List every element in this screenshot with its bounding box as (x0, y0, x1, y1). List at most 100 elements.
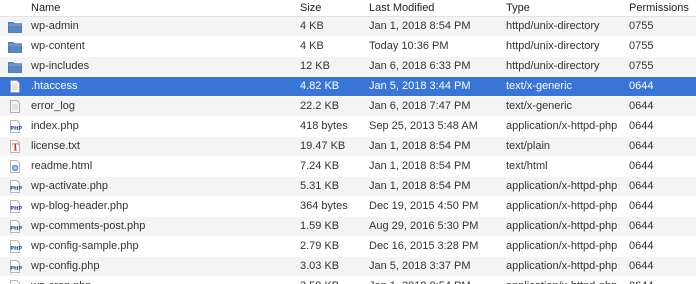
file-icon-cell (8, 37, 24, 56)
file-last-modified: Sep 25, 2013 5:48 AM (369, 120, 478, 132)
file-type: application/x-httpd-php (506, 220, 618, 232)
file-last-modified: Jan 1, 2018 8:54 PM (369, 277, 499, 284)
file-icon-cell (8, 97, 24, 116)
file-permissions: 0644 (629, 260, 654, 272)
file-last-modified: Jan 6, 2018 7:47 PM (369, 100, 471, 112)
file-permissions: 0755 (629, 20, 654, 32)
column-header-last-modified[interactable]: Last Modified (369, 0, 499, 16)
file-row[interactable]: PHP wp-cron.php 3.58 KB Jan 1, 2018 8:54 PM… (0, 277, 696, 284)
php-file-icon: PHP (8, 240, 22, 253)
folder-icon (8, 40, 22, 53)
file-type: text/x-generic (506, 80, 573, 92)
file-permissions: 0644 (629, 220, 654, 232)
file-type: httpd/unix-directory (506, 20, 600, 32)
file-name: error_log (31, 100, 76, 112)
php-file-icon: PHP (8, 180, 22, 193)
text-file-icon: T (8, 140, 22, 153)
file-type: application/x-httpd-php (506, 120, 618, 132)
file-last-modified: Dec 19, 2015 4:50 PM (369, 200, 479, 212)
svg-text:PHP: PHP (10, 206, 22, 212)
file-name: wp-content (31, 40, 85, 52)
php-file-icon: PHP (8, 200, 22, 213)
file-icon-cell (8, 77, 24, 96)
php-file-icon: PHP (8, 260, 22, 273)
file-type: httpd/unix-directory (506, 60, 600, 72)
file-last-modified: Jan 6, 2018 6:33 PM (369, 60, 471, 72)
file-row[interactable]: .htaccess 4.82 KB Jan 5, 2018 3:44 PM text/… (0, 77, 696, 97)
file-type: text/html (506, 160, 548, 172)
file-last-modified: Today 10:36 PM (369, 40, 449, 52)
file-row[interactable]: PHP wp-config.php 3.03 KB Jan 5, 2018 3:37 … (0, 257, 696, 277)
file-permissions: 0644 (629, 200, 654, 212)
file-size: 4.82 KB (300, 80, 340, 92)
file-type: httpd/unix-directory (506, 40, 600, 52)
file-permissions: 0644 (629, 160, 654, 172)
file-size: 364 bytes (300, 200, 348, 212)
file-size: 5.31 KB (300, 180, 340, 192)
php-file-icon: PHP (8, 120, 22, 133)
folder-icon (8, 60, 22, 73)
svg-text:PHP: PHP (10, 226, 22, 232)
column-header-permissions[interactable]: Permissions (629, 0, 693, 16)
generic-file-icon (8, 80, 22, 93)
php-file-icon: PHP (8, 220, 22, 233)
file-row[interactable]: wp-includes 12 KB Jan 6, 2018 6:33 PM httpd… (0, 57, 696, 77)
file-last-modified: Jan 1, 2018 8:54 PM (369, 160, 471, 172)
file-size: 3.58 KB (300, 277, 364, 284)
file-permissions: 0644 (629, 80, 654, 92)
file-size: 12 KB (300, 60, 330, 72)
file-permissions: 0644 (629, 120, 654, 132)
file-permissions: 0644 (629, 180, 654, 192)
file-size: 1.59 KB (300, 220, 340, 232)
file-row[interactable]: wp-admin 4 KB Jan 1, 2018 8:54 PM httpd/uni… (0, 17, 696, 37)
file-type: application/x-httpd-php (506, 240, 618, 252)
file-size: 418 bytes (300, 120, 348, 132)
file-icon-cell: PHP (8, 257, 24, 276)
svg-text:PHP: PHP (10, 186, 22, 192)
file-row[interactable]: error_log 22.2 KB Jan 6, 2018 7:47 PM text/… (0, 97, 696, 117)
file-row[interactable]: wp-content 4 KB Today 10:36 PM httpd/unix-d… (0, 37, 696, 57)
file-icon-cell: PHP (8, 197, 24, 216)
file-size: 2.79 KB (300, 240, 340, 252)
file-permissions: 0755 (629, 60, 654, 72)
file-name: wp-activate.php (31, 180, 109, 192)
svg-text:PHP: PHP (10, 266, 22, 272)
file-type: application/x-httpd-php (506, 277, 624, 284)
file-size: 4 KB (300, 40, 324, 52)
column-header-size[interactable]: Size (300, 0, 364, 16)
file-icon-cell: PHP (8, 177, 24, 196)
file-name: wp-cron.php (31, 277, 293, 284)
file-type: application/x-httpd-php (506, 260, 618, 272)
file-size: 4 KB (300, 20, 324, 32)
file-row[interactable]: PHP wp-activate.php 5.31 KB Jan 1, 2018 8:5… (0, 177, 696, 197)
file-row[interactable]: PHP wp-comments-post.php 1.59 KB Aug 29, 20… (0, 217, 696, 237)
file-row[interactable]: PHP index.php 418 bytes Sep 25, 2013 5:48 A… (0, 117, 696, 137)
generic-file-icon (8, 100, 22, 113)
file-name: wp-comments-post.php (31, 220, 146, 232)
file-row[interactable]: Tlicense.txt 19.47 KB Jan 1, 2018 8:54 PM t… (0, 137, 696, 157)
file-type: text/x-generic (506, 100, 573, 112)
file-name: readme.html (31, 160, 93, 172)
file-name: .htaccess (31, 80, 78, 92)
file-manager: Name Size Last Modified Type Permissions… (0, 0, 696, 284)
file-type: application/x-httpd-php (506, 180, 618, 192)
column-header-row: Name Size Last Modified Type Permissions (0, 0, 696, 17)
file-icon-cell: PHP (8, 217, 24, 236)
file-permissions: 0644 (629, 100, 654, 112)
file-permissions: 0644 (629, 240, 654, 252)
column-header-name[interactable]: Name (31, 0, 293, 16)
file-permissions: 0644 (629, 277, 693, 284)
file-name: license.txt (31, 140, 80, 152)
file-last-modified: Dec 16, 2015 3:28 PM (369, 240, 479, 252)
file-last-modified: Jan 1, 2018 8:54 PM (369, 180, 471, 192)
file-row[interactable]: readme.html 7.24 KB Jan 1, 2018 8:54 PM tex… (0, 157, 696, 177)
file-icon-cell: T (8, 137, 24, 156)
file-last-modified: Aug 29, 2016 5:30 PM (369, 220, 479, 232)
column-header-type[interactable]: Type (506, 0, 624, 16)
html-file-icon (8, 160, 22, 173)
file-row[interactable]: PHP wp-config-sample.php 2.79 KB Dec 16, 20… (0, 237, 696, 257)
file-row[interactable]: PHP wp-blog-header.php 364 bytes Dec 19, 20… (0, 197, 696, 217)
file-icon-cell (8, 157, 24, 176)
file-size: 7.24 KB (300, 160, 340, 172)
column-header-icon-spacer (8, 0, 24, 16)
